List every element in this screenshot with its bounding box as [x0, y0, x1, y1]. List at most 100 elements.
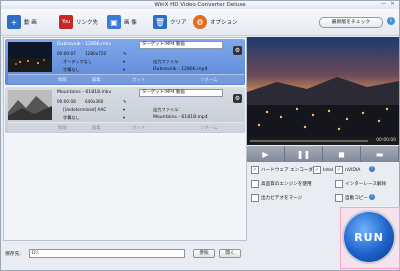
seek-bar[interactable]: 00:00:00: [247, 137, 399, 145]
edit-button[interactable]: 編集: [92, 77, 101, 83]
add-image-label: 画 像: [124, 20, 137, 26]
target-format[interactable]: ターゲット:MP4 動画: [139, 41, 223, 49]
info-button[interactable]: 情報: [58, 125, 67, 131]
item-actions: 情報 編集 カット リネーム: [8, 74, 244, 84]
source-filename: Dubrovnik - 12866.mkv: [57, 42, 112, 47]
info-button[interactable]: 情報: [58, 77, 67, 83]
dropdown-icon[interactable]: ▾: [123, 115, 125, 120]
preview-window: [247, 37, 399, 137]
video-thumbnail: [8, 90, 52, 120]
info-icon[interactable]: i: [369, 166, 375, 172]
trash-icon: 🗑: [153, 15, 167, 29]
info-icon[interactable]: i: [369, 194, 375, 200]
merge-checkbox[interactable]: [251, 194, 259, 202]
file-item[interactable]: Dubrovnik - 12866.mkv 00:00:07 1280x720 …: [5, 39, 245, 85]
add-image-button[interactable]: ▣ 画 像: [107, 13, 137, 31]
close-button[interactable]: ✕: [389, 1, 396, 7]
edit-icon[interactable]: ✎: [123, 51, 127, 56]
audio-track: [Undetermined] AAC: [63, 107, 107, 112]
duration: 00:00:08: [57, 99, 76, 104]
window-title: WinX HD Video Converter Deluxe: [154, 2, 246, 8]
dest-path-input[interactable]: D:\: [29, 249, 185, 258]
output-folder-bar: 保存先: D:\ 参照 開く: [1, 244, 341, 262]
run-button[interactable]: RUN: [344, 212, 394, 262]
youtube-url-label: リンク先: [76, 20, 99, 26]
play-icon[interactable]: ▶: [247, 146, 285, 162]
youtube-url-button[interactable]: You リンク先: [59, 13, 98, 31]
snapshot-icon[interactable]: ◼: [323, 146, 361, 162]
dest-label: 保存先:: [5, 252, 22, 257]
hw-encoder-checkbox[interactable]: ✓: [251, 166, 259, 174]
seek-track[interactable]: [250, 140, 368, 142]
file-item[interactable]: Mountains - 61818.mkv 00:00:08 640x360 […: [5, 87, 245, 133]
item-actions: 情報 編集 カット リネーム: [8, 122, 244, 132]
nvidia-label: nVIDIA: [345, 167, 361, 173]
hq-engine-label: 高品質のエンジンを使用: [261, 182, 312, 187]
minimize-button[interactable]: —: [380, 1, 387, 7]
hw-encoder-option: ✓ ハードウェア エンコーダー:: [251, 166, 319, 174]
output-filename: Mountains - 61818.mp4: [153, 115, 208, 120]
app-window: WinX HD Video Converter Deluxe — ✕ + 動 画…: [0, 0, 400, 271]
image-icon: ▣: [107, 15, 121, 29]
source-filename: Mountains - 61818.mkv: [57, 90, 112, 95]
hq-engine-checkbox[interactable]: [251, 180, 259, 188]
intel-option: ✓ Intel: [313, 166, 333, 174]
merge-label: 出力ビデオをマージ: [261, 196, 303, 201]
folder-icon[interactable]: ▬: [361, 146, 399, 162]
subtitle-track: 字幕なし: [63, 67, 80, 72]
gear-icon[interactable]: ⚙: [233, 94, 242, 103]
deinterlace-label: インターレース解除: [345, 182, 387, 187]
hq-engine-option: 高品質のエンジンを使用: [251, 180, 312, 188]
add-video-label: 動 画: [24, 20, 37, 26]
rename-button[interactable]: リネーム: [200, 77, 217, 83]
duration: 00:00:07: [57, 51, 76, 56]
merge-option: 出力ビデオをマージ: [251, 194, 302, 202]
clear-label: クリア: [170, 20, 187, 26]
youtube-icon: You: [59, 15, 73, 29]
options-button[interactable]: ⚙ オプション: [193, 13, 238, 31]
open-folder-button[interactable]: 開く: [219, 249, 241, 258]
resolution: 640x360: [85, 99, 104, 104]
check-update-button[interactable]: 最新版をチェック: [319, 17, 383, 28]
dropdown-icon[interactable]: ▾: [123, 59, 125, 64]
edit-icon[interactable]: ✎: [123, 99, 127, 104]
dropdown-icon[interactable]: ▾: [123, 107, 125, 112]
video-thumbnail: [8, 42, 52, 72]
toolbar: + 動 画 You リンク先 ▣ 画 像 🗑 クリア ⚙ オプション 最新版をチ…: [1, 9, 399, 36]
intel-label: Intel: [323, 167, 334, 173]
output-label: 出力ファイル:: [153, 107, 180, 112]
deinterlace-option: インターレース解除: [335, 180, 386, 188]
nvidia-option: ✓ nVIDIA: [335, 166, 360, 174]
output-filename: Dubrovnik - 12866.mp4: [153, 67, 208, 72]
subtitle-track: 字幕なし: [63, 115, 80, 120]
edit-button[interactable]: 編集: [92, 125, 101, 131]
file-list: Dubrovnik - 12866.mkv 00:00:07 1280x720 …: [3, 37, 247, 241]
audio-track: オーディオなし: [63, 59, 93, 64]
browse-button[interactable]: 参照: [193, 249, 215, 258]
playback-time: 00:00:00: [376, 138, 396, 143]
add-video-button[interactable]: + 動 画: [7, 13, 37, 31]
intel-checkbox[interactable]: ✓: [313, 166, 321, 174]
options-label: オプション: [210, 20, 238, 26]
player-controls: ▶ ❚❚ ◼ ▬: [247, 146, 399, 162]
gear-icon[interactable]: ⚙: [233, 46, 242, 55]
hw-encoder-label: ハードウェア エンコーダー:: [261, 168, 320, 173]
dropdown-icon[interactable]: ▾: [123, 67, 125, 72]
target-format[interactable]: ターゲット:MP4 動画: [139, 89, 223, 97]
gear-icon: ⚙: [193, 15, 207, 29]
help-icon[interactable]: i: [387, 17, 395, 25]
output-label: 出力ファイル:: [153, 59, 180, 64]
rename-button[interactable]: リネーム: [200, 125, 217, 131]
cut-button[interactable]: カット: [132, 77, 145, 83]
autocopy-label: 自動コピー: [345, 196, 368, 201]
title-bar: WinX HD Video Converter Deluxe — ✕: [1, 1, 399, 9]
autocopy-checkbox[interactable]: [335, 194, 343, 202]
film-plus-icon: +: [7, 15, 21, 29]
nvidia-checkbox[interactable]: ✓: [335, 166, 343, 174]
deinterlace-checkbox[interactable]: [335, 180, 343, 188]
autocopy-option: 自動コピー: [335, 194, 368, 202]
cut-button[interactable]: カット: [132, 125, 145, 131]
resolution: 1280x720: [85, 51, 107, 56]
pause-icon[interactable]: ❚❚: [285, 146, 323, 162]
clear-button[interactable]: 🗑 クリア: [153, 13, 187, 31]
